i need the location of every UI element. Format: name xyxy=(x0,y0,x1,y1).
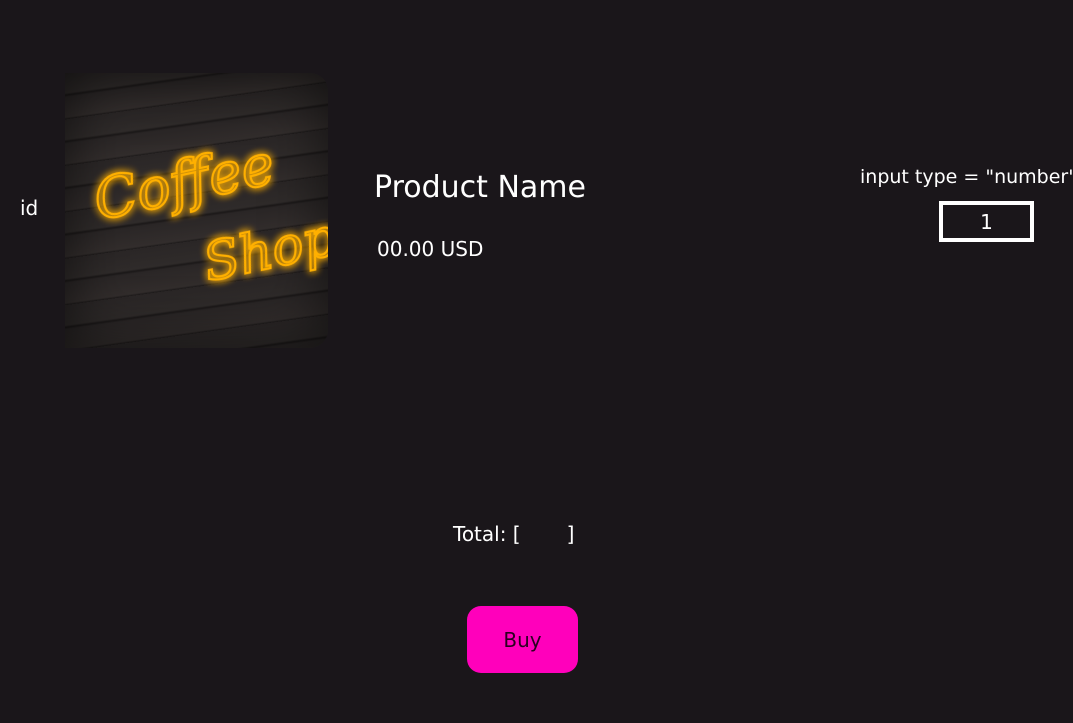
coffee-shop-neon-sign: Coffee Shop xyxy=(87,131,328,295)
product-price: 00.00 USD xyxy=(377,237,484,261)
neon-shop-text: Shop xyxy=(198,208,328,294)
product-id-label: id xyxy=(20,196,39,220)
neon-coffee-text: Coffee xyxy=(88,132,280,234)
product-name: Product Name xyxy=(374,170,586,205)
quantity-input[interactable] xyxy=(939,201,1034,242)
total-display: Total: [] xyxy=(453,522,574,546)
product-image: Coffee Shop xyxy=(65,73,328,348)
buy-button[interactable]: Buy xyxy=(467,606,578,673)
product-page: id Coffee Shop Product Name 00.00 USD in… xyxy=(0,0,1073,723)
quantity-caption: input type = "number" xyxy=(860,166,1073,188)
total-label: Total: [ xyxy=(453,522,521,546)
total-close-bracket: ] xyxy=(566,522,575,546)
